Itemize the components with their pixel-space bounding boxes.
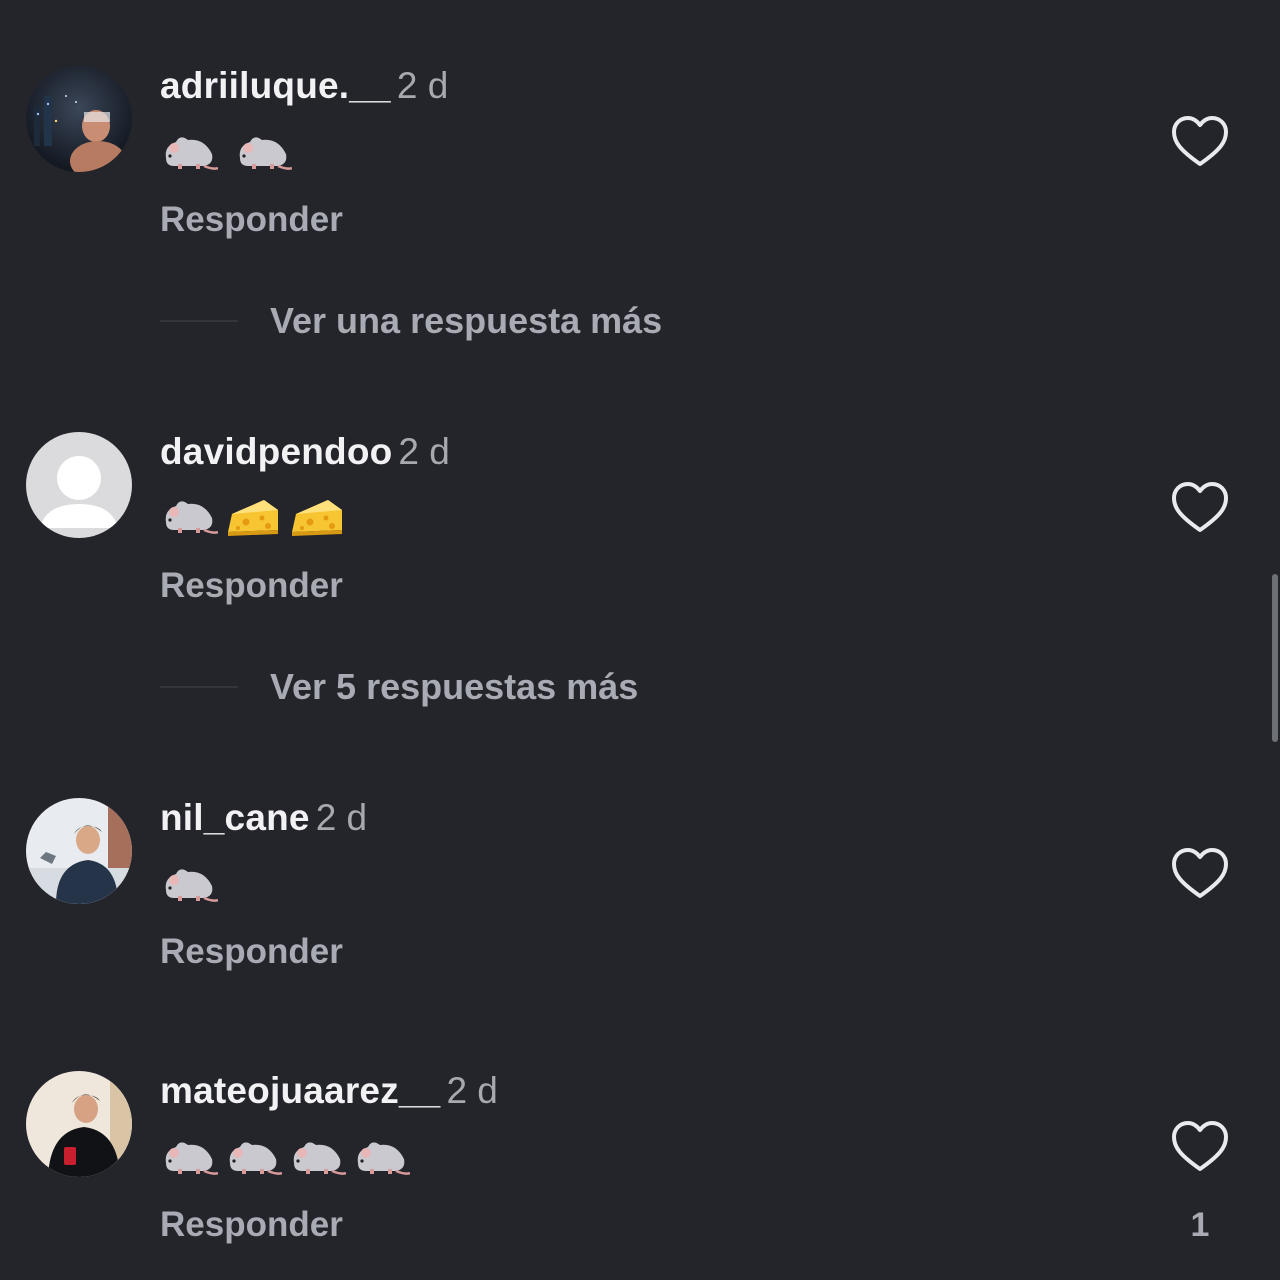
rat-emoji: [234, 128, 292, 176]
comment-header: nil_cane 2 d: [160, 796, 367, 840]
rat-emoji: [160, 1133, 218, 1181]
avatar-photo-icon: [26, 798, 132, 904]
reply-button[interactable]: Responder: [160, 565, 343, 607]
like-button[interactable]: [1170, 480, 1230, 536]
comment-text: [160, 124, 298, 180]
view-more-replies-label: Ver 5 respuestas más: [270, 666, 639, 707]
heart-outline-icon: [1172, 116, 1228, 166]
divider: [160, 320, 238, 322]
scrollbar[interactable]: [1272, 574, 1278, 742]
view-more-replies-button[interactable]: Ver una respuesta más: [160, 299, 662, 343]
username[interactable]: mateojuaarez__: [160, 1070, 440, 1111]
rat-emoji: [224, 1133, 282, 1181]
rat-emoji: [160, 860, 218, 908]
rat-emoji: [160, 128, 218, 176]
rat-emoji: [352, 1133, 410, 1181]
heart-outline-icon: [1172, 848, 1228, 898]
avatar[interactable]: [26, 1071, 132, 1177]
comment-header: adriiluque.__ 2 d: [160, 64, 448, 108]
divider: [160, 686, 238, 688]
avatar[interactable]: [26, 66, 132, 172]
reply-button[interactable]: Responder: [160, 931, 343, 973]
username[interactable]: adriiluque.__: [160, 65, 391, 106]
avatar-photo-icon: [26, 1071, 132, 1177]
username[interactable]: davidpendoo: [160, 431, 392, 472]
like-count: 1: [1190, 1206, 1210, 1244]
like-button[interactable]: [1170, 114, 1230, 170]
comment-header: mateojuaarez__ 2 d: [160, 1069, 498, 1113]
like-button[interactable]: [1170, 846, 1230, 902]
comment-text: [160, 856, 224, 912]
timestamp: 2 d: [396, 65, 449, 106]
cheese-emoji: [224, 492, 282, 540]
comment-header: davidpendoo 2 d: [160, 430, 450, 474]
username[interactable]: nil_cane: [160, 797, 310, 838]
rat-emoji: [160, 492, 218, 540]
like-button[interactable]: [1170, 1119, 1230, 1175]
avatar-photo-icon: [26, 66, 132, 172]
view-more-replies-button[interactable]: Ver 5 respuestas más: [160, 665, 638, 709]
cheese-emoji: [288, 492, 346, 540]
avatar[interactable]: [26, 432, 132, 538]
reply-button[interactable]: Responder: [160, 1204, 343, 1246]
view-more-replies-label: Ver una respuesta más: [270, 300, 663, 341]
comment-text: [160, 488, 352, 544]
heart-outline-icon: [1172, 1121, 1228, 1171]
timestamp: 2 d: [315, 797, 368, 838]
rat-emoji: [288, 1133, 346, 1181]
timestamp: 2 d: [398, 431, 450, 472]
comment-text: [160, 1129, 416, 1185]
timestamp: 2 d: [446, 1070, 498, 1111]
avatar[interactable]: [26, 798, 132, 904]
reply-button[interactable]: Responder: [160, 199, 343, 241]
default-avatar-icon: [26, 432, 132, 538]
heart-outline-icon: [1172, 482, 1228, 532]
